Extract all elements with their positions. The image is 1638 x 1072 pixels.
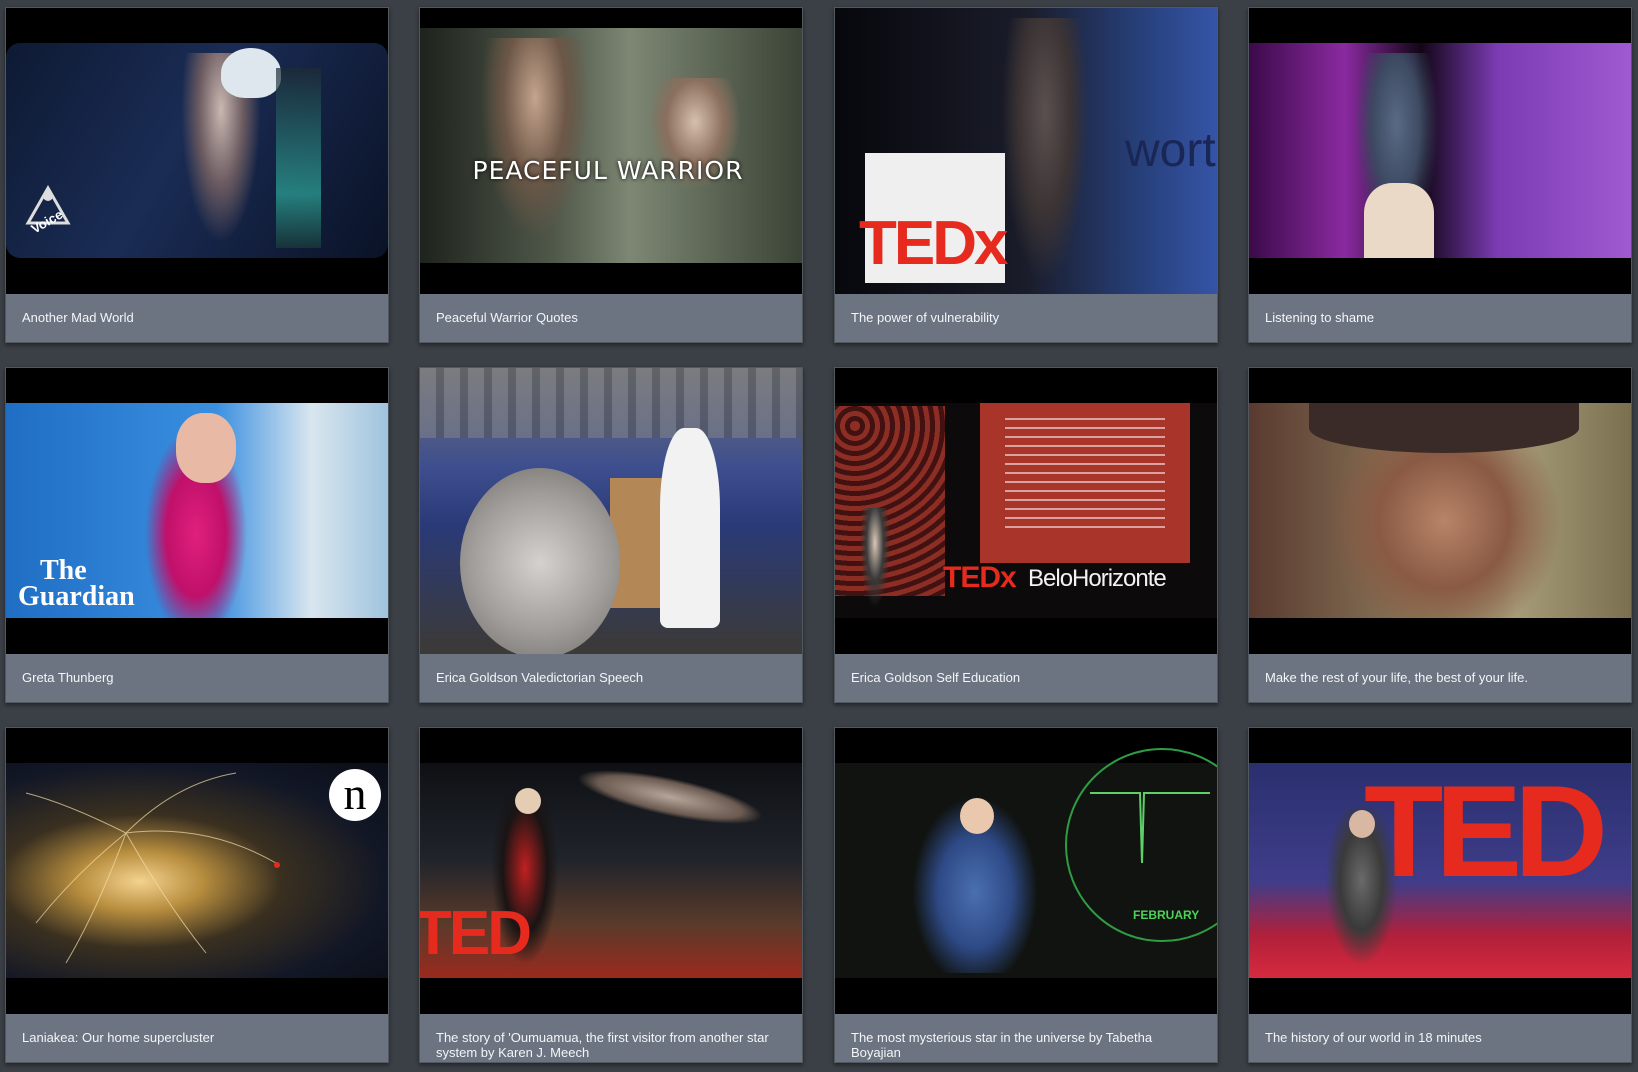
video-thumbnail[interactable]: n	[6, 728, 388, 1014]
event-name: BeloHorizonte	[1028, 565, 1167, 592]
video-card[interactable]: Voice Another Mad World	[5, 7, 389, 343]
video-title[interactable]: Another Mad World	[22, 310, 376, 325]
video-title[interactable]: Listening to shame	[1265, 310, 1619, 325]
tedx-logo: TEDx	[859, 209, 1008, 278]
guardian-logo: The Guardian	[18, 555, 135, 612]
nautilus-logo-icon: n	[329, 769, 381, 821]
video-thumbnail[interactable]: TEDx BeloHorizonte	[835, 368, 1217, 654]
video-thumbnail[interactable]: Voice	[6, 8, 388, 294]
video-title[interactable]: Greta Thunberg	[22, 670, 376, 685]
video-card[interactable]: Erica Goldson Valedictorian Speech	[419, 367, 803, 703]
video-title[interactable]: Make the rest of your life, the best of …	[1265, 670, 1619, 685]
video-card[interactable]: Make the rest of your life, the best of …	[1248, 367, 1632, 703]
thumbnail-backdrop-text: worth	[1125, 124, 1217, 177]
video-title[interactable]: The story of 'Oumuamua, the first visito…	[436, 1030, 790, 1060]
video-title[interactable]: The history of our world in 18 minutes	[1265, 1030, 1619, 1045]
video-thumbnail[interactable]: PEACEFUL WARRIOR	[420, 8, 802, 294]
video-title[interactable]: The most mysterious star in the universe…	[851, 1030, 1205, 1060]
video-thumbnail[interactable]	[1249, 368, 1631, 654]
thumbnail-caption: PEACEFUL WARRIOR	[472, 156, 744, 185]
voice-logo-icon: Voice	[18, 178, 78, 238]
video-card[interactable]: FEBRUARY The most mysterious star in the…	[834, 727, 1218, 1063]
video-card[interactable]: TEDx worth The power of vulnerability	[834, 7, 1218, 343]
video-grid: Voice Another Mad World PEACEFUL WARRIOR…	[0, 0, 1638, 1072]
video-thumbnail[interactable]: FEBRUARY	[835, 728, 1217, 1014]
video-title[interactable]: Laniakea: Our home supercluster	[22, 1030, 376, 1045]
tedx-logo: TEDx	[943, 561, 1017, 594]
ted-logo: TED	[420, 899, 532, 968]
video-thumbnail[interactable]: TED	[420, 728, 802, 1014]
video-thumbnail[interactable]: The Guardian	[6, 368, 388, 654]
video-thumbnail[interactable]	[420, 368, 802, 654]
ted-logo: TED	[1364, 758, 1608, 904]
video-card[interactable]: TED The story of 'Oumuamua, the first vi…	[419, 727, 803, 1063]
video-card[interactable]: TEDx BeloHorizonte Erica Goldson Self Ed…	[834, 367, 1218, 703]
video-title[interactable]: Erica Goldson Self Education	[851, 670, 1205, 685]
chart-month-label: FEBRUARY	[1133, 908, 1200, 922]
video-title[interactable]: The power of vulnerability	[851, 310, 1205, 325]
video-card[interactable]: Listening to shame	[1248, 7, 1632, 343]
video-card[interactable]: The Guardian Greta Thunberg	[5, 367, 389, 703]
video-thumbnail[interactable]	[1249, 8, 1631, 294]
video-title[interactable]: Peaceful Warrior Quotes	[436, 310, 790, 325]
video-card[interactable]: n Laniakea: Our home supercluster	[5, 727, 389, 1063]
video-card[interactable]: PEACEFUL WARRIOR Peaceful Warrior Quotes	[419, 7, 803, 343]
video-thumbnail[interactable]: TED	[1249, 728, 1631, 1014]
video-thumbnail[interactable]: TEDx worth	[835, 8, 1217, 294]
video-card[interactable]: TED The history of our world in 18 minut…	[1248, 727, 1632, 1063]
video-title[interactable]: Erica Goldson Valedictorian Speech	[436, 670, 790, 685]
